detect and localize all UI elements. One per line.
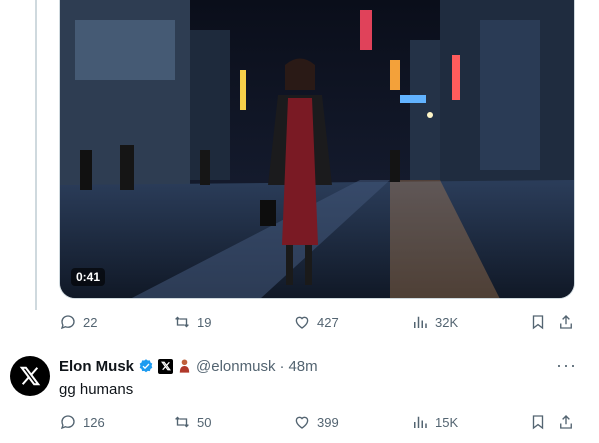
views-chart-icon bbox=[411, 313, 429, 331]
video-player[interactable]: 0:41 bbox=[59, 0, 575, 299]
heart-icon bbox=[293, 413, 311, 431]
thread-connector-line bbox=[35, 0, 37, 310]
share-icon bbox=[557, 413, 575, 431]
bookmark-icon bbox=[529, 313, 547, 331]
video-duration-badge: 0:41 bbox=[71, 268, 106, 286]
author-avatar[interactable] bbox=[10, 356, 50, 396]
tweet2-share-button[interactable] bbox=[557, 413, 575, 431]
tweet1-repost-button[interactable]: 19 bbox=[173, 313, 211, 331]
tweet1-like-count: 427 bbox=[317, 314, 339, 330]
tweet2-header: Elon Musk @elonmusk · 48m bbox=[59, 356, 318, 376]
bookmark-icon bbox=[529, 413, 547, 431]
reply-icon bbox=[59, 313, 77, 331]
x-logo-icon bbox=[19, 366, 41, 386]
tweet1-share-button[interactable] bbox=[557, 313, 575, 331]
tweet2-like-count: 399 bbox=[317, 414, 339, 430]
tweet2-repost-button[interactable]: 50 bbox=[173, 413, 211, 431]
affiliate-x-badge-icon bbox=[158, 358, 174, 374]
repost-icon bbox=[173, 313, 191, 331]
tweet2-reply-count: 126 bbox=[83, 414, 105, 430]
tweet2-repost-count: 50 bbox=[197, 414, 212, 430]
repost-icon bbox=[173, 413, 191, 431]
tweet2-view-count: 15K bbox=[435, 414, 459, 430]
tweet1-repost-count: 19 bbox=[197, 314, 212, 330]
tweet2-reply-button[interactable]: 126 bbox=[59, 413, 105, 431]
share-icon bbox=[557, 313, 575, 331]
tweet1-reply-button[interactable]: 22 bbox=[59, 313, 97, 331]
tweet1-reply-count: 22 bbox=[83, 314, 98, 330]
tweet2-action-bar: 126 50 399 15K bbox=[59, 408, 575, 436]
header-separator: · bbox=[279, 357, 285, 375]
tweet2-views-button[interactable]: 15K bbox=[411, 413, 458, 431]
tweet1-view-count: 32K bbox=[435, 314, 459, 330]
reply-icon bbox=[59, 413, 77, 431]
tweet1-like-button[interactable]: 427 bbox=[293, 313, 339, 331]
tweet1-bookmark-button[interactable] bbox=[529, 313, 547, 331]
more-options-icon[interactable]: ··· bbox=[556, 356, 577, 374]
tweet-timestamp[interactable]: 48m bbox=[288, 358, 317, 375]
author-name[interactable]: Elon Musk bbox=[59, 358, 134, 375]
views-chart-icon bbox=[411, 413, 429, 431]
tweet2-text: gg humans bbox=[59, 381, 134, 398]
heart-icon bbox=[293, 313, 311, 331]
person-emoji-icon bbox=[177, 358, 192, 374]
tweet2-bookmark-button[interactable] bbox=[529, 413, 547, 431]
tweet1-action-bar: 22 19 427 32K bbox=[59, 308, 575, 336]
verified-badge-icon bbox=[138, 358, 154, 374]
author-handle[interactable]: @elonmusk bbox=[196, 358, 275, 375]
tweet2-like-button[interactable]: 399 bbox=[293, 413, 339, 431]
video-frame-street-scene bbox=[60, 0, 574, 298]
tweet1-views-button[interactable]: 32K bbox=[411, 313, 458, 331]
